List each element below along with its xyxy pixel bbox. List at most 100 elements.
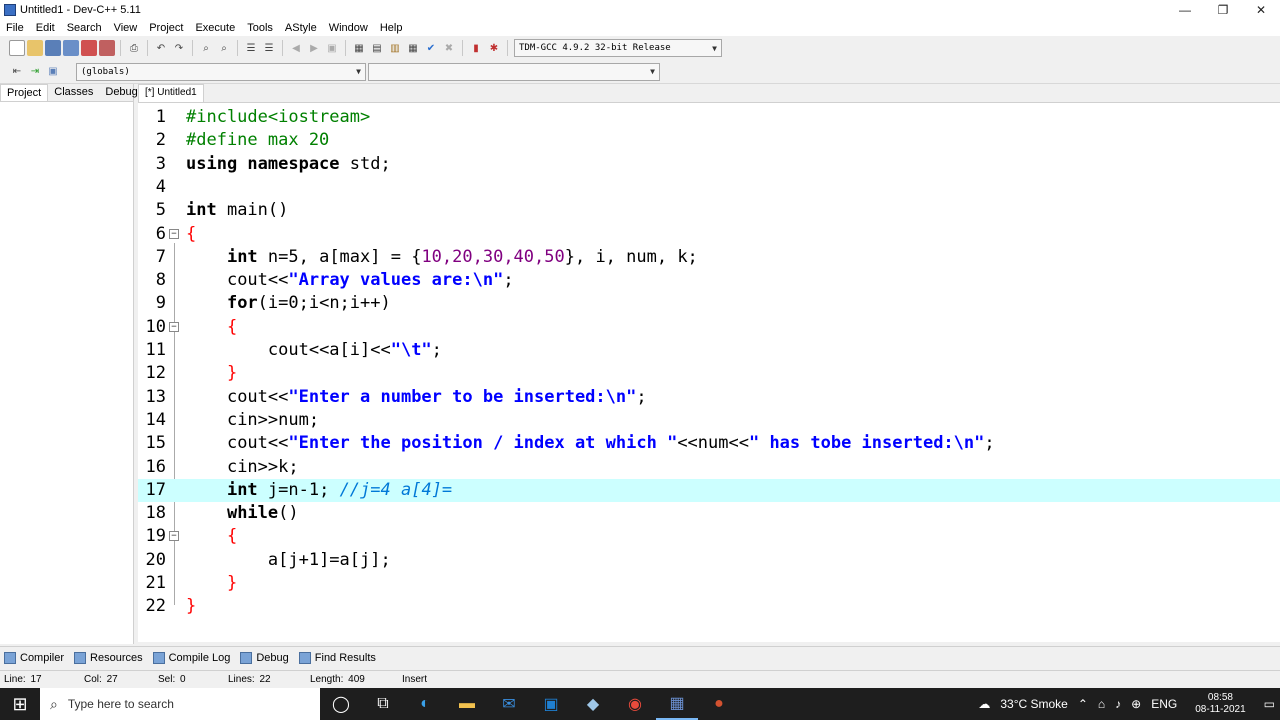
weather-icon[interactable]: ☁: [973, 697, 995, 711]
network-icon[interactable]: ⌂: [1093, 697, 1110, 711]
close-button[interactable]: ✕: [1242, 0, 1280, 20]
toolbar-separator: [237, 40, 238, 56]
indent-icon[interactable]: ☰: [243, 40, 259, 56]
line-number: 5: [155, 200, 166, 221]
chevron-up-icon[interactable]: ⌃: [1073, 697, 1093, 711]
compiler-select[interactable]: TDM-GCC 4.9.2 32-bit Release ▼: [514, 39, 722, 57]
open-project-icon[interactable]: [27, 40, 43, 56]
maximize-button[interactable]: ❐: [1204, 0, 1242, 20]
menu-execute[interactable]: Execute: [189, 22, 241, 34]
toolbar-separator: [507, 40, 508, 56]
goto-definition-icon[interactable]: ⇥: [27, 64, 43, 80]
menu-project[interactable]: Project: [143, 22, 189, 34]
taskbar-search-box[interactable]: ⌕ Type here to search: [40, 688, 320, 720]
unindent-icon[interactable]: ☰: [261, 40, 277, 56]
tab-compiler[interactable]: Compiler: [4, 651, 64, 664]
code-text: cout<<"Enter the position / index at whi…: [226, 433, 995, 454]
save-icon[interactable]: [45, 40, 61, 56]
line-number: 17: [145, 479, 166, 500]
fold-collapse-icon[interactable]: −: [169, 531, 179, 542]
tab-untitled1[interactable]: [*] Untitled1: [138, 84, 204, 102]
language-indicator[interactable]: ENG: [1146, 697, 1182, 711]
menu-edit[interactable]: Edit: [30, 22, 61, 34]
fold-collapse-icon[interactable]: −: [169, 228, 179, 239]
file-explorer-icon[interactable]: ▬: [446, 688, 488, 720]
notifications-icon[interactable]: ▭: [1259, 697, 1280, 711]
fold-collapse-icon[interactable]: −: [169, 321, 179, 332]
clock[interactable]: 08:58 08-11-2021: [1182, 692, 1258, 716]
mail-icon[interactable]: ✉: [488, 688, 530, 720]
tab-classes[interactable]: Classes: [48, 84, 99, 101]
print-icon[interactable]: ⎙: [126, 40, 142, 56]
menu-view[interactable]: View: [108, 22, 144, 34]
code-editor[interactable]: 1 #include<iostream> 2 #define max 20 3 …: [138, 102, 1280, 642]
line-number: 11: [145, 340, 166, 360]
toolbar-separator: [192, 40, 193, 56]
insert-icon[interactable]: ▤: [369, 40, 385, 56]
tab-compile-log[interactable]: Compile Log: [152, 651, 230, 664]
close-all-icon[interactable]: [99, 40, 115, 56]
replace-icon[interactable]: ⌕: [216, 40, 232, 56]
profile-icon[interactable]: ▮: [468, 40, 484, 56]
toggle-bookmark-icon[interactable]: ▣: [324, 40, 340, 56]
symbol-select[interactable]: ▼: [368, 62, 660, 81]
code-line: 4: [138, 176, 1280, 199]
menu-search[interactable]: Search: [61, 22, 108, 34]
status-bar: Line: 17 Col: 27 Sel: 0 Lines: 22 Length…: [0, 670, 1280, 688]
new-class-icon[interactable]: ▦: [351, 40, 367, 56]
system-tray: ☁ 33°C Smoke ⌃ ⌂ ♪ ⊕ ENG 08:58 08-11-2021…: [973, 688, 1280, 720]
class-browser-icon[interactable]: ▣: [45, 64, 61, 80]
debug-icon[interactable]: ✱: [486, 40, 502, 56]
save-all-icon[interactable]: [63, 40, 79, 56]
volume-icon[interactable]: ♪: [1110, 697, 1126, 711]
minimize-button[interactable]: —: [1166, 0, 1204, 20]
chrome-icon[interactable]: ◉: [614, 688, 656, 720]
stop-execution-icon[interactable]: ✖: [441, 40, 457, 56]
app-icon[interactable]: ▣: [530, 688, 572, 720]
menu-file[interactable]: File: [0, 22, 30, 34]
line-number: 22: [145, 596, 166, 617]
code-line: 7 int n=5, a[max] = {10,20,30,40,50}, i,…: [138, 246, 1280, 269]
status-lines: Lines: 22: [228, 674, 271, 685]
bookmark-next-icon[interactable]: ▶: [306, 40, 322, 56]
menu-help[interactable]: Help: [374, 22, 409, 34]
window-controls: — ❐ ✕: [1166, 0, 1280, 20]
windows-start-icon[interactable]: ⊞: [0, 688, 40, 720]
code-line: 9 for(i=0;i<n;i++): [138, 292, 1280, 315]
close-file-icon[interactable]: [81, 40, 97, 56]
check-syntax-icon[interactable]: ✔: [423, 40, 439, 56]
code-text: cout<<a[i]<<"\t";: [267, 340, 442, 360]
task-view-icon[interactable]: ⧉: [362, 688, 404, 720]
code-line: 8 cout<<"Array values are:\n";: [138, 269, 1280, 292]
tab-find-results[interactable]: Find Results: [298, 651, 376, 664]
toggle-view-icon[interactable]: ▦: [405, 40, 421, 56]
powerpoint-icon[interactable]: ●: [698, 688, 740, 720]
bookmark-prev-icon[interactable]: ◀: [288, 40, 304, 56]
weather-text[interactable]: 33°C Smoke: [995, 697, 1073, 711]
status-sel: Sel: 0: [158, 674, 186, 685]
tab-resources[interactable]: Resources: [74, 651, 143, 664]
tab-project[interactable]: Project: [0, 84, 49, 101]
menu-window[interactable]: Window: [323, 22, 374, 34]
redo-icon[interactable]: ↷: [171, 40, 187, 56]
menu-tools[interactable]: Tools: [241, 22, 279, 34]
edge-icon[interactable]: ◐: [404, 688, 446, 720]
line-number: 16: [145, 456, 166, 477]
line-number: 19: [145, 526, 166, 547]
new-file-icon[interactable]: ​: [9, 40, 25, 56]
toolbar-separator: [147, 40, 148, 56]
project-options-icon[interactable]: ▥: [387, 40, 403, 56]
undo-icon[interactable]: ↶: [153, 40, 169, 56]
tab-debug-output[interactable]: Debug: [240, 651, 289, 664]
cortana-icon[interactable]: ◯: [320, 688, 362, 720]
code-text: cout<<"Enter a number to be inserted:\n"…: [226, 386, 647, 407]
devcpp-taskbar-icon[interactable]: ▦: [656, 688, 698, 720]
globe-icon[interactable]: ⊕: [1126, 697, 1146, 711]
find-icon[interactable]: ⌕: [198, 40, 214, 56]
code-line: 20 a[j+1]=a[j];: [138, 549, 1280, 572]
line-number: 1: [155, 107, 166, 127]
menu-astyle[interactable]: AStyle: [279, 22, 323, 34]
goto-declaration-icon[interactable]: ⇤: [9, 64, 25, 80]
app-icon[interactable]: ◆: [572, 688, 614, 720]
scope-select[interactable]: (globals) ▼: [76, 62, 366, 81]
